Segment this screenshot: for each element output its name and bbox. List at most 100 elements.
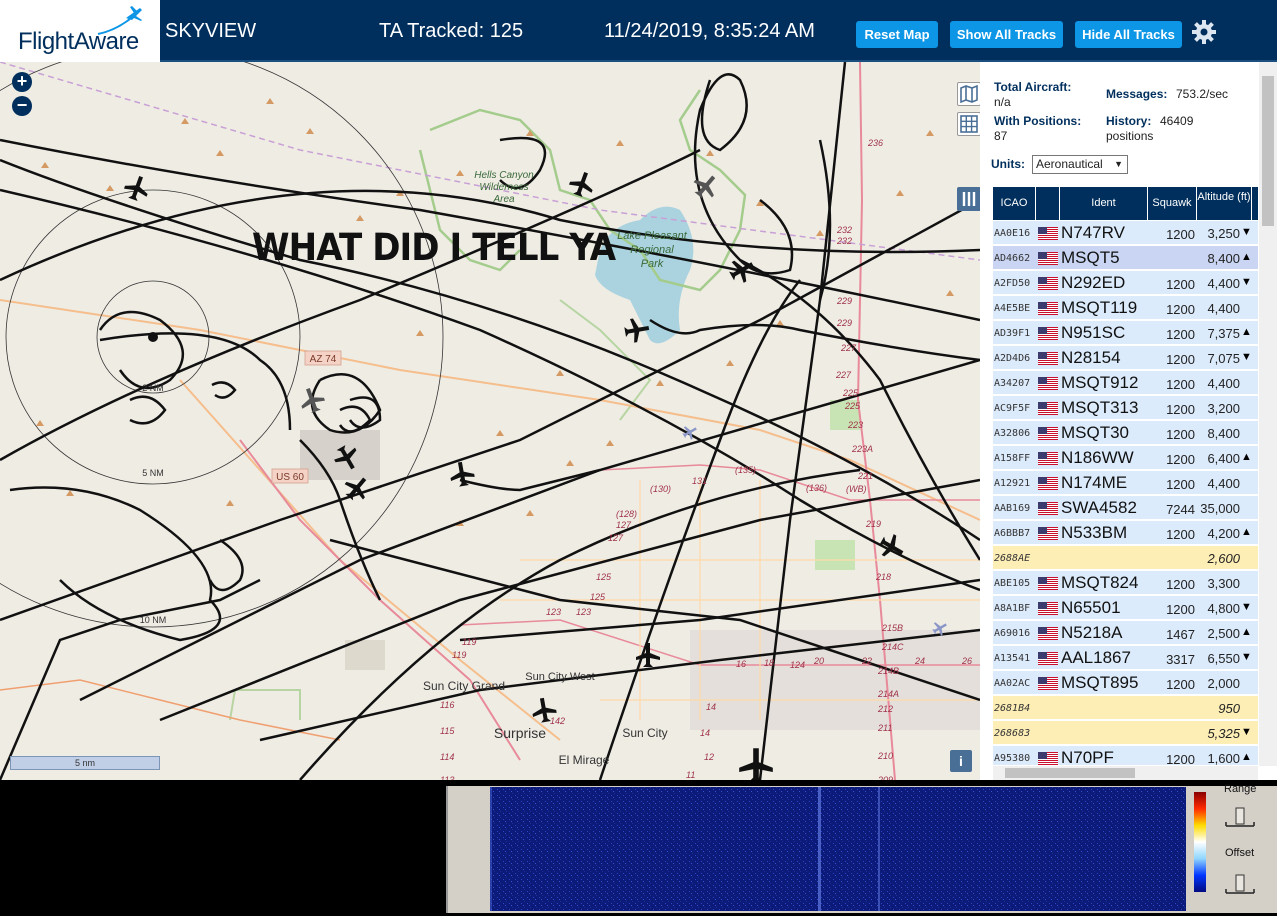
aircraft-row[interactable]: AD4662 MSQT5 8,400 ▲	[993, 246, 1258, 270]
aircraft-row[interactable]: AD39F1 N951SC 1200 7,375 ▲	[993, 321, 1258, 345]
aircraft-row[interactable]: A32806 MSQT30 1200 8,400	[993, 421, 1258, 445]
climbing-arrow-icon: ▲	[1241, 751, 1252, 763]
aircraft-table-header: ICAO Ident Squawk Altitude (ft)	[993, 187, 1258, 220]
road-num: 210	[877, 751, 893, 761]
grid-overlay-icon[interactable]	[957, 112, 980, 136]
road-num: 212	[877, 704, 893, 714]
aircraft-row[interactable]: A4E5BE MSQT119 1200 4,400	[993, 296, 1258, 320]
us-flag-icon	[1038, 477, 1058, 490]
us-flag-icon	[1038, 602, 1058, 615]
units-select[interactable]: Aeronautical ▼	[1032, 155, 1128, 174]
squawk-cell: 1200	[1166, 477, 1195, 492]
road-num: 116	[440, 700, 454, 710]
aircraft-row[interactable]: 2681B4 950	[993, 696, 1258, 720]
aircraft-row[interactable]: 268683 5,325 ▼	[993, 721, 1258, 745]
ident-cell: N292ED	[1061, 273, 1126, 292]
us-flag-icon	[1038, 402, 1058, 415]
chevron-down-icon: ▼	[1114, 159, 1123, 169]
map-layer-icon[interactable]	[957, 82, 980, 106]
aircraft-row[interactable]: A95380 N70PF 1200 1,600 ▲	[993, 746, 1258, 767]
climbing-arrow-icon: ▲	[1241, 326, 1252, 338]
squawk-cell: 1200	[1166, 352, 1195, 367]
aircraft-row[interactable]: ABE105 MSQT824 1200 3,300	[993, 571, 1258, 595]
place-surprise: Surprise	[494, 725, 546, 741]
altitude-cell: 3,300	[1207, 576, 1240, 591]
altitude-cell: 4,800	[1207, 601, 1240, 616]
altitude-cell: 4,400	[1207, 476, 1240, 491]
gear-icon[interactable]	[1190, 18, 1218, 46]
us-flag-icon	[1038, 452, 1058, 465]
aircraft-row[interactable]: A6BBB7 N533BM 1200 4,200 ▲	[993, 521, 1258, 545]
hide-all-tracks-button[interactable]: Hide All Tracks	[1075, 21, 1182, 48]
map-view[interactable]: Hells Canyon Wilderness Area Lake Pleasa…	[0, 62, 980, 780]
road-num: 211	[877, 723, 892, 733]
altitude-cell: 7,075	[1207, 351, 1240, 366]
range-ring-label-5nm: 5 NM	[142, 468, 164, 478]
aircraft-row[interactable]: 2688AE 2,600	[993, 546, 1258, 570]
waterfall-spectrum	[490, 787, 1186, 911]
aircraft-row[interactable]: A13541 AAL1867 3317 6,550 ▼	[993, 646, 1258, 670]
us-flag-icon	[1038, 577, 1058, 590]
place-lake-pleasant-2: Regional	[630, 244, 674, 256]
col-header-altitude[interactable]: Altitude (ft)	[1197, 187, 1252, 220]
road-num: 227	[835, 370, 852, 380]
aircraft-row[interactable]: AC9F5F MSQT313 1200 3,200	[993, 396, 1258, 420]
place-hells-canyon-2: Wilderness	[479, 182, 528, 193]
road-num: 119	[452, 650, 466, 660]
icao-cell: ABE105	[994, 578, 1031, 589]
climbing-arrow-icon: ▲	[1241, 626, 1252, 638]
ident-cell: MSQT895	[1061, 673, 1139, 692]
range-slider[interactable]	[1224, 806, 1256, 830]
aircraft-row[interactable]: A34207 MSQT912 1200 4,400	[993, 371, 1258, 395]
aircraft-row[interactable]: A158FF N186WW 1200 6,400 ▲	[993, 446, 1258, 470]
col-header-squawk[interactable]: Squawk	[1148, 187, 1197, 220]
app-name: SKYVIEW	[165, 20, 257, 42]
reset-map-button[interactable]: Reset Map	[856, 21, 938, 48]
offset-slider[interactable]	[1224, 873, 1256, 897]
aircraft-row[interactable]: A12921 N174ME 1200 4,400	[993, 471, 1258, 495]
road-num: 115	[440, 726, 455, 736]
us-flag-icon	[1038, 527, 1058, 540]
aircraft-row[interactable]: AA02AC MSQT895 1200 2,000	[993, 671, 1258, 695]
history-unit: positions	[1106, 129, 1154, 143]
road-num: 123	[576, 607, 591, 617]
road-num: 16	[736, 659, 746, 669]
road-num: 223A	[851, 444, 873, 454]
altitude-cell: 2,000	[1207, 676, 1240, 691]
show-all-tracks-button[interactable]: Show All Tracks	[950, 21, 1063, 48]
zoom-in-button[interactable]: +	[12, 72, 32, 92]
icao-cell: A158FF	[994, 453, 1031, 464]
units-label: Units:	[991, 157, 1025, 171]
col-header-flag[interactable]	[1036, 187, 1060, 220]
icao-cell: AA0E16	[994, 228, 1031, 239]
aircraft-row[interactable]: A69016 N5218A 1467 2,500 ▲	[993, 621, 1258, 645]
map-canvas[interactable]: Hells Canyon Wilderness Area Lake Pleasa…	[0, 62, 980, 780]
col-header-icao[interactable]: ICAO	[993, 187, 1036, 220]
columns-toggle-icon[interactable]	[957, 187, 980, 211]
ident-cell: N747RV	[1061, 223, 1125, 242]
aircraft-row[interactable]: A2FD50 N292ED 1200 4,400 ▼	[993, 271, 1258, 295]
col-header-ident[interactable]: Ident	[1060, 187, 1148, 220]
road-num: (WB)	[846, 484, 867, 494]
us-flag-icon	[1038, 227, 1058, 240]
altitude-cell: 4,200	[1207, 526, 1240, 541]
info-icon[interactable]: i	[950, 750, 972, 772]
ident-cell: N70PF	[1061, 748, 1114, 767]
road-num: 119	[462, 637, 476, 647]
aircraft-row[interactable]: A2D4D6 N28154 1200 7,075 ▼	[993, 346, 1258, 370]
zoom-out-button[interactable]: −	[12, 96, 32, 116]
road-num: 20	[813, 656, 824, 666]
table-horizontal-scroll-thumb[interactable]	[1005, 768, 1135, 778]
history-value: 46409	[1160, 114, 1194, 128]
aircraft-row[interactable]: A8A1BF N65501 1200 4,800 ▼	[993, 596, 1258, 620]
offset-label: Offset	[1225, 847, 1255, 859]
flightaware-logo[interactable]: FlightAware	[0, 0, 160, 62]
us-flag-icon	[1038, 277, 1058, 290]
descending-arrow-icon: ▼	[1241, 601, 1252, 613]
panel-vertical-scroll-thumb[interactable]	[1262, 76, 1274, 226]
road-num: 229	[836, 318, 852, 328]
aircraft-row[interactable]: AAB169 SWA4582 7244 35,000	[993, 496, 1258, 520]
aircraft-row[interactable]: AA0E16 N747RV 1200 3,250 ▼	[993, 221, 1258, 245]
road-num: 215B	[881, 623, 903, 633]
us-flag-icon	[1038, 652, 1058, 665]
